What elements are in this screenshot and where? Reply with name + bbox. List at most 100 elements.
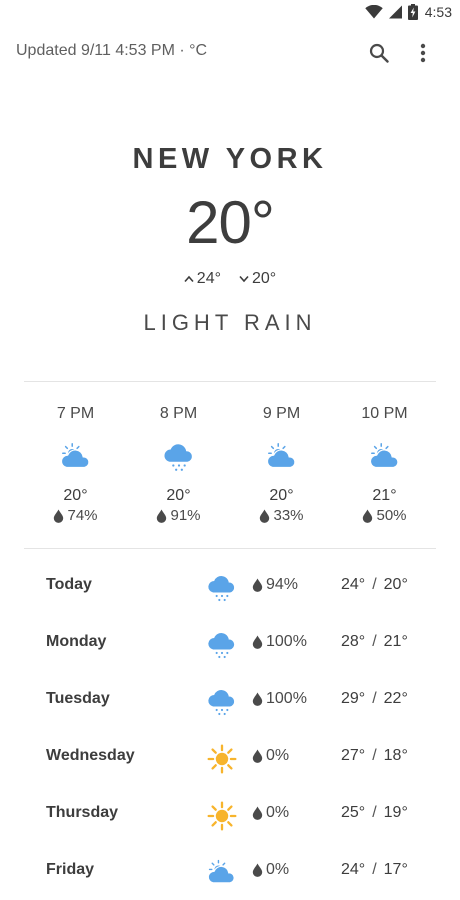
day-high: 25° (341, 804, 366, 821)
day-name: Monday (46, 633, 107, 650)
updated-text: Updated 9/11 4:53 PM · °C (16, 42, 208, 59)
divider (24, 548, 436, 549)
sun-icon (207, 801, 237, 831)
hour-time: 10 PM (361, 405, 408, 422)
day-low: 22° (383, 690, 408, 707)
day-precip-value: 100% (266, 633, 307, 650)
hourly-item: 10 PM 21° 50% (333, 405, 436, 524)
chevron-up-icon (184, 275, 194, 283)
day-icon (204, 684, 240, 720)
raindrop-icon (54, 509, 64, 523)
day-precip: 100% (252, 633, 307, 651)
raindrop-icon (363, 509, 373, 523)
day-low: 18° (383, 747, 408, 764)
daily-row[interactable]: Thursday 0% 25° / 19° (0, 792, 460, 849)
day-precip: 0% (252, 861, 289, 879)
hour-temp: 20° (166, 487, 191, 504)
hour-precip: 50% (362, 507, 407, 524)
hour-precip-value: 50% (376, 507, 407, 524)
day-icon (204, 855, 240, 891)
day-name: Today (46, 576, 92, 593)
day-high: 24° (341, 576, 366, 593)
day-name: Wednesday (46, 747, 135, 764)
search-button[interactable] (366, 40, 392, 66)
battery-charging-icon (407, 4, 418, 20)
hour-icon (58, 439, 94, 475)
day-name: Tuesday (46, 690, 110, 707)
hour-temp: 21° (372, 487, 397, 504)
hour-icon (367, 439, 403, 475)
temp-separator: / (372, 804, 377, 821)
day-precip-value: 0% (266, 804, 290, 821)
app-bar: Updated 9/11 4:53 PM · °C (0, 38, 460, 68)
low-temp-value: 20° (252, 270, 277, 287)
cell-signal-icon (388, 5, 402, 19)
day-low: 20° (383, 576, 408, 593)
temp-separator: / (372, 576, 377, 593)
day-precip-value: 0% (266, 861, 290, 878)
daily-row[interactable]: Monday 100% 28° / 21° (0, 621, 460, 678)
hour-precip-value: 91% (170, 507, 201, 524)
partly-cloudy-icon (369, 443, 398, 468)
day-temps: 29° / 22° (341, 690, 408, 708)
day-temps: 28° / 21° (341, 633, 408, 651)
day-icon (204, 798, 240, 834)
daily-row[interactable]: Today 94% 24° / 20° (0, 564, 460, 621)
hour-time: 7 PM (56, 405, 95, 422)
current-temperature: 20° (0, 188, 460, 258)
hour-temp: 20° (63, 487, 88, 504)
day-low: 21° (383, 633, 408, 650)
snow-cloud-icon (208, 690, 235, 716)
hour-time: 8 PM (159, 405, 198, 422)
high-temp-value: 24° (196, 270, 221, 287)
snow-cloud-icon (163, 444, 192, 471)
partly-cloudy-icon (207, 859, 235, 884)
sun-icon (207, 744, 237, 774)
hourly-item: 8 PM 20° 91% (127, 405, 230, 524)
daily-forecast: Today 94% 24° / 20° Monday 100% 28° / 21° Tu… (0, 564, 460, 900)
snow-cloud-icon (208, 576, 235, 602)
status-icons: 4:53 (365, 4, 452, 20)
status-bar: 4:53 (0, 0, 460, 26)
day-precip-value: 100% (266, 690, 307, 707)
day-icon (204, 570, 240, 606)
more-options-button[interactable] (412, 40, 434, 66)
day-high: 24° (341, 861, 366, 878)
temp-separator: / (372, 747, 377, 764)
hourly-forecast: 7 PM 20° 74% 8 PM 20° 91% 9 PM 20° 33% 1… (24, 405, 436, 524)
daily-row[interactable]: Tuesday 100% 29° / 22° (0, 678, 460, 735)
partly-cloudy-icon (266, 443, 295, 468)
daily-row[interactable]: Wednesday 0% 27° / 18° (0, 735, 460, 792)
day-temps: 25° / 19° (341, 804, 408, 822)
day-precip: 94% (252, 576, 298, 594)
hourly-item: 7 PM 20° 74% (24, 405, 127, 524)
raindrop-icon (252, 863, 263, 877)
temp-separator: / (372, 861, 377, 878)
day-name: Thursday (46, 804, 119, 821)
day-icon (204, 627, 240, 663)
raindrop-icon (260, 509, 270, 523)
hour-icon (161, 439, 197, 475)
partly-cloudy-icon (60, 443, 89, 468)
hour-icon (264, 439, 300, 475)
raindrop-icon (252, 806, 263, 820)
hour-precip: 91% (156, 507, 201, 524)
temp-separator: / (372, 633, 377, 650)
raindrop-icon (252, 692, 263, 706)
wifi-icon (365, 5, 383, 19)
day-temps: 24° / 20° (341, 576, 408, 594)
raindrop-icon (252, 749, 263, 763)
day-precip: 0% (252, 747, 289, 765)
hour-time: 9 PM (262, 405, 301, 422)
more-vert-icon (420, 43, 426, 63)
current-temperature-value: 20° (186, 189, 275, 256)
day-precip-value: 94% (266, 576, 299, 593)
snow-cloud-icon (208, 633, 235, 659)
hourly-item: 9 PM 20° 33% (230, 405, 333, 524)
daily-row[interactable]: Friday 0% 24° / 17° (0, 849, 460, 900)
day-temps: 27° / 18° (341, 747, 408, 765)
hour-temp: 20° (269, 487, 294, 504)
hour-precip: 74% (53, 507, 98, 524)
day-low: 19° (383, 804, 408, 821)
hour-precip-value: 33% (273, 507, 304, 524)
